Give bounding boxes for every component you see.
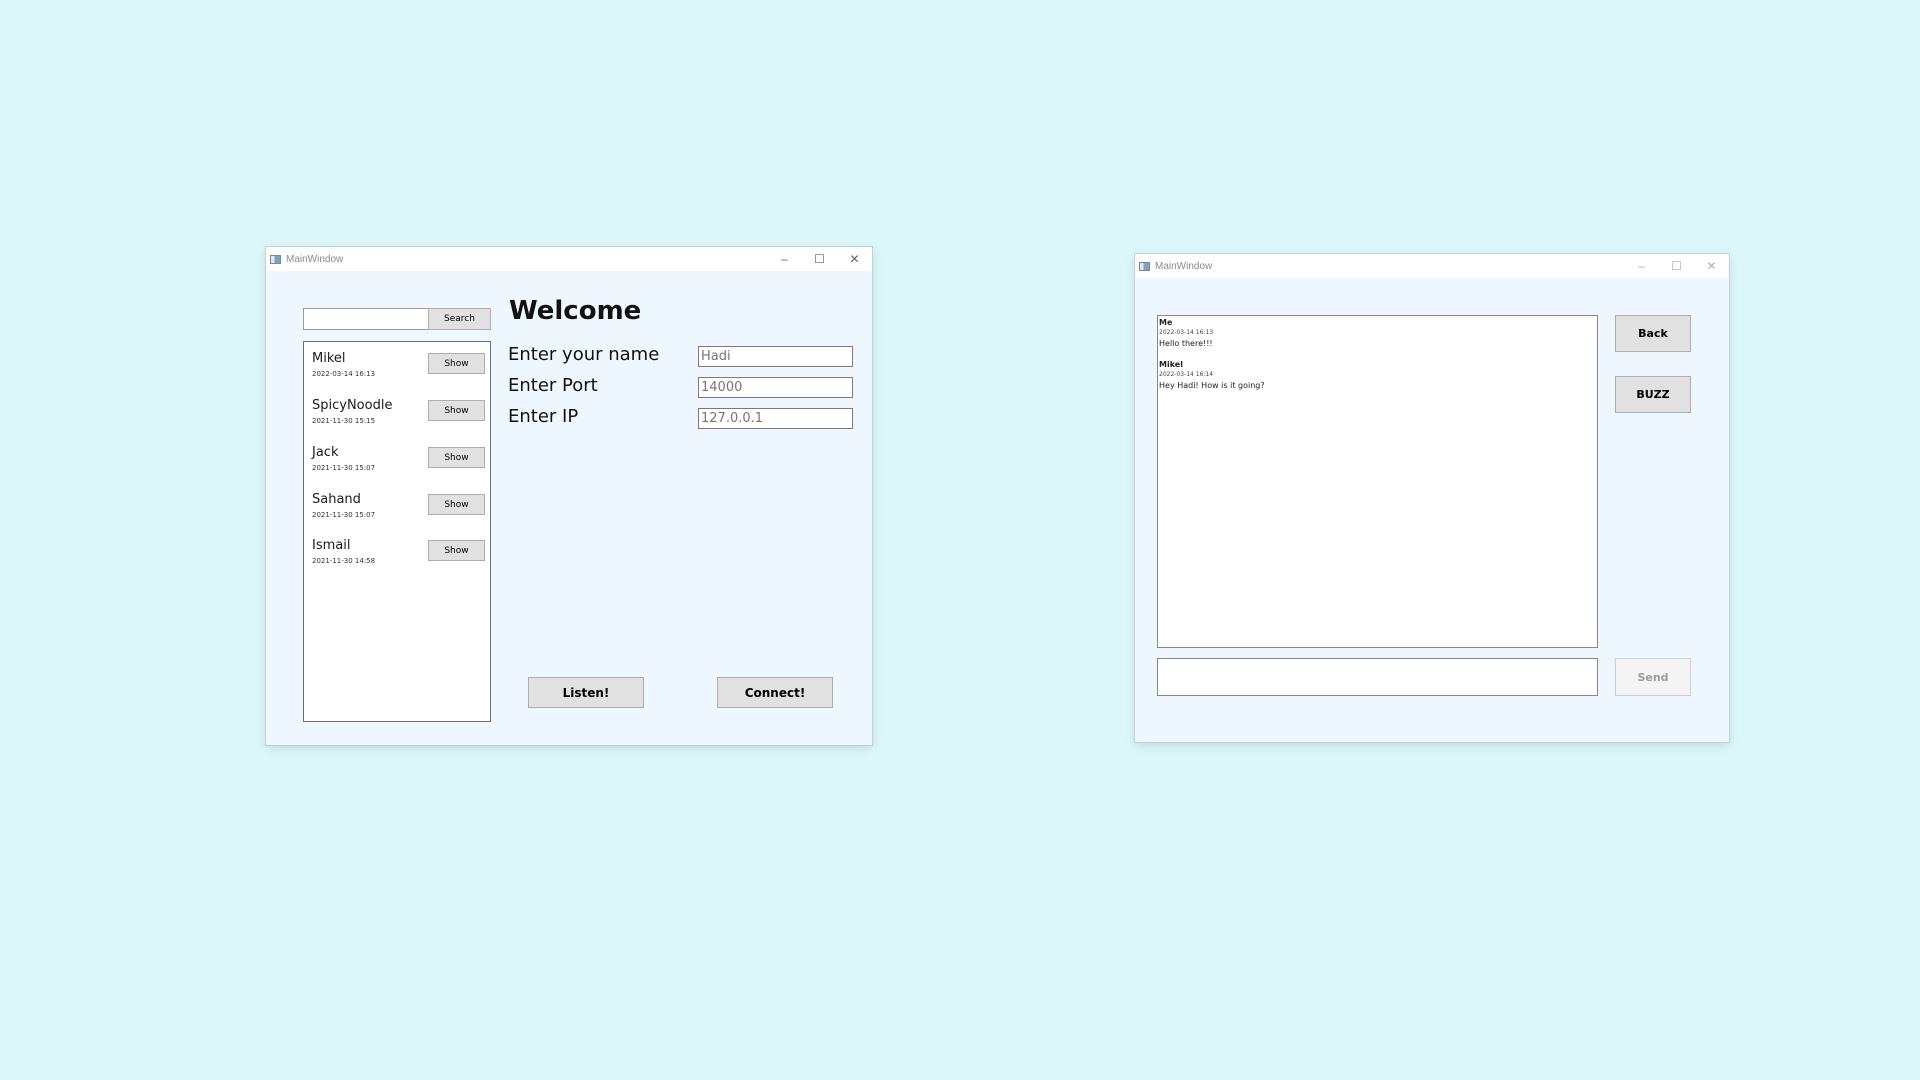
message-text: Hello there!!! xyxy=(1159,339,1213,348)
port-field[interactable] xyxy=(698,377,853,398)
minimize-icon[interactable]: – xyxy=(767,247,802,271)
title-bar[interactable]: MainWindow – ☐ ✕ xyxy=(1135,254,1729,278)
contact-date: 2021-11-30 15:07 xyxy=(312,464,376,472)
search-input[interactable] xyxy=(303,308,429,330)
main-window-chat: MainWindow – ☐ ✕ Me 2022-03-14 16:13 Hel… xyxy=(1135,254,1729,742)
window-title: MainWindow xyxy=(286,253,344,265)
show-button[interactable]: Show xyxy=(428,494,485,515)
contact-date: 2021-11-30 15:07 xyxy=(312,511,376,519)
connect-button[interactable]: Connect! xyxy=(717,677,833,708)
show-button[interactable]: Show xyxy=(428,447,485,468)
back-button[interactable]: Back xyxy=(1615,315,1691,352)
message-author: Me xyxy=(1159,318,1173,327)
show-button[interactable]: Show xyxy=(428,400,485,421)
buzz-button[interactable]: BUZZ xyxy=(1615,376,1691,413)
listen-button[interactable]: Listen! xyxy=(528,677,644,708)
list-item: Ismail 2021-11-30 14:58 Show xyxy=(312,538,488,578)
contact-date: 2021-11-30 15:15 xyxy=(312,417,376,425)
list-item: Jack 2021-11-30 15:07 Show xyxy=(312,445,488,485)
show-button[interactable]: Show xyxy=(428,540,485,561)
send-button[interactable]: Send xyxy=(1615,658,1691,696)
title-bar[interactable]: MainWindow – ☐ ✕ xyxy=(266,247,872,271)
name-label: Enter your name xyxy=(508,344,660,365)
list-item: Mikel 2022-03-14 16:13 Show xyxy=(312,351,488,391)
ip-field[interactable] xyxy=(698,408,853,429)
list-item: SpicyNoodle 2021-11-30 15:15 Show xyxy=(312,398,488,438)
search-button[interactable]: Search xyxy=(428,308,491,330)
minimize-icon[interactable]: – xyxy=(1624,254,1659,278)
maximize-icon[interactable]: ☐ xyxy=(802,247,837,271)
chat-log[interactable]: Me 2022-03-14 16:13 Hello there!!! Mikel… xyxy=(1157,315,1598,648)
close-icon[interactable]: ✕ xyxy=(837,247,872,271)
contact-name: SpicyNoodle xyxy=(312,398,393,413)
ip-label: Enter IP xyxy=(508,406,579,427)
close-icon[interactable]: ✕ xyxy=(1694,254,1729,278)
window-title: MainWindow xyxy=(1155,260,1213,272)
page-title: Welcome xyxy=(509,296,642,326)
message-input[interactable] xyxy=(1157,658,1598,696)
app-window-icon xyxy=(1139,261,1150,271)
contact-date: 2021-11-30 14:58 xyxy=(312,557,376,565)
contact-name: Mikel xyxy=(312,351,346,366)
message-text: Hey Hadi! How is it going? xyxy=(1159,381,1265,390)
message-author: Mikel xyxy=(1159,360,1183,369)
message-date: 2022-03-14 16:14 xyxy=(1159,371,1214,378)
list-item: Sahand 2021-11-30 15:07 Show xyxy=(312,492,488,532)
contact-name: Sahand xyxy=(312,492,361,507)
name-field[interactable] xyxy=(698,346,853,367)
message-date: 2022-03-14 16:13 xyxy=(1159,329,1214,336)
main-window-login: MainWindow – ☐ ✕ Search Mikel 2022-03-14… xyxy=(266,247,872,745)
app-window-icon xyxy=(270,254,281,264)
maximize-icon[interactable]: ☐ xyxy=(1659,254,1694,278)
contact-date: 2022-03-14 16:13 xyxy=(312,370,376,378)
port-label: Enter Port xyxy=(508,375,598,396)
contact-name: Jack xyxy=(312,445,339,460)
show-button[interactable]: Show xyxy=(428,353,485,374)
contact-name: Ismail xyxy=(312,538,351,553)
contact-list[interactable]: Mikel 2022-03-14 16:13 Show SpicyNoodle … xyxy=(303,341,491,722)
